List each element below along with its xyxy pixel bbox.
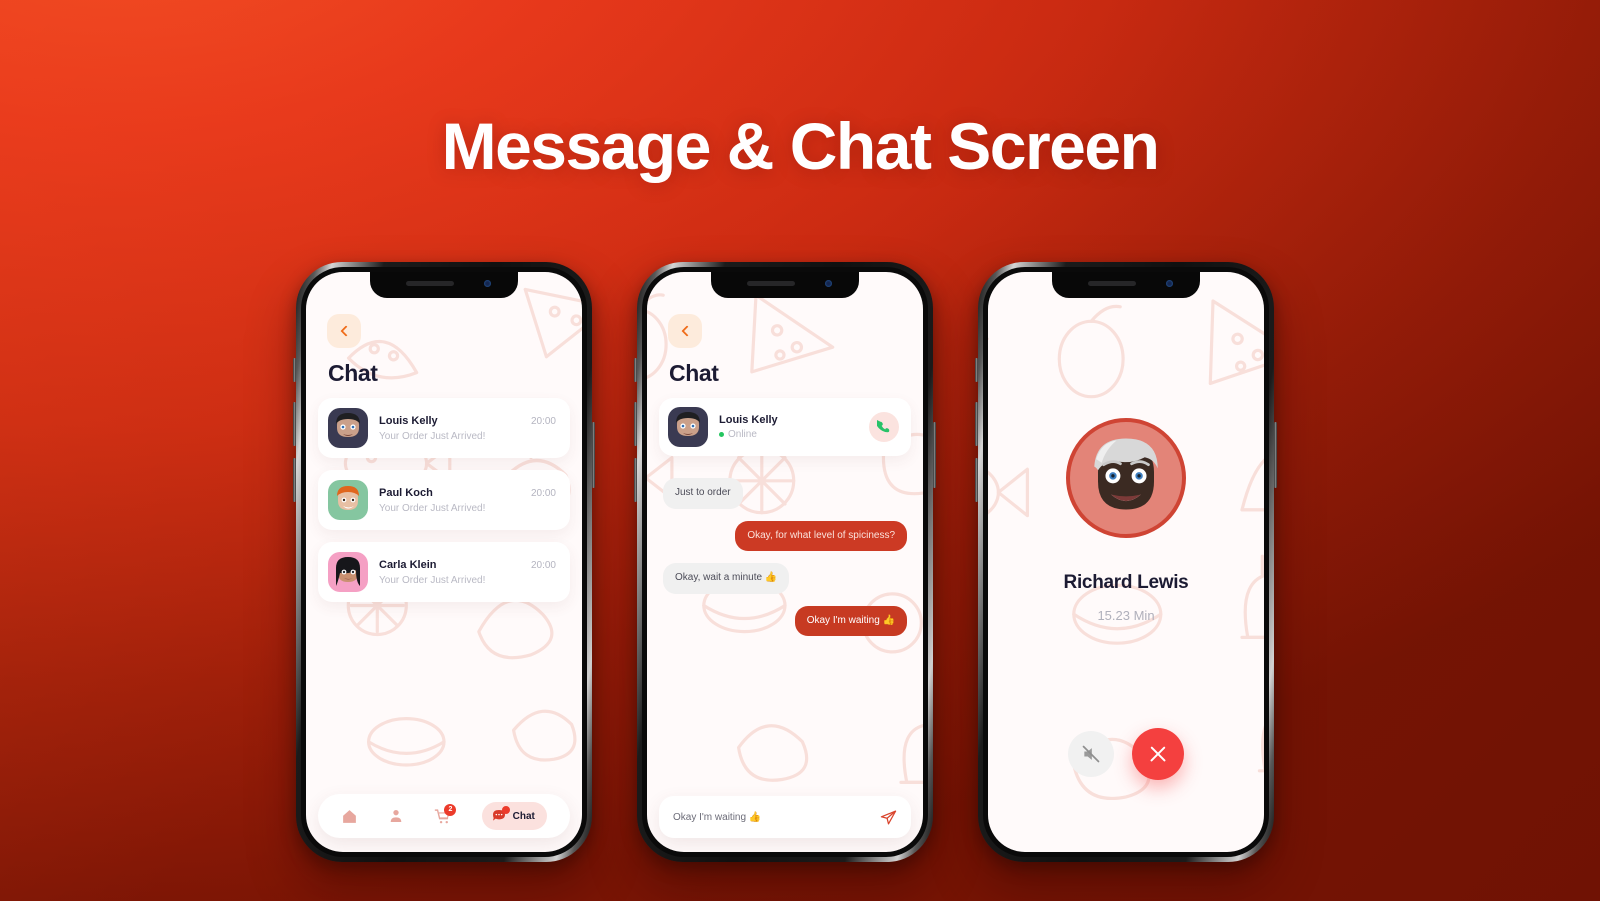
avatar <box>328 552 368 592</box>
speaker-grille <box>1088 281 1136 286</box>
tab-chat-label: Chat <box>512 810 535 822</box>
contact-name: Carla Klein <box>379 558 437 571</box>
conversation-list: Louis Kelly 20:00 Your Order Just Arrive… <box>318 398 570 614</box>
phone-notch <box>370 272 518 298</box>
contact-name: Louis Kelly <box>379 414 438 427</box>
message-row: Okay, wait a minute 👍 <box>663 563 907 594</box>
phone-call-icon <box>877 420 890 433</box>
speaker-grille <box>406 281 454 286</box>
list-item[interactable]: Paul Koch 20:00 Your Order Just Arrived! <box>318 470 570 530</box>
mute-button[interactable] <box>1068 731 1114 777</box>
tab-profile[interactable] <box>388 808 404 824</box>
volume-down-button[interactable] <box>975 458 978 502</box>
call-button[interactable] <box>869 412 899 442</box>
chevron-left-icon <box>680 325 693 337</box>
message-time: 20:00 <box>530 415 556 427</box>
volume-down-button[interactable] <box>293 458 296 502</box>
speaker-mute-icon <box>1082 745 1100 763</box>
chat-bubble-icon <box>491 806 510 824</box>
message-bubble: Okay, for what level of spiciness? <box>735 520 907 551</box>
call-controls <box>988 728 1264 780</box>
message-preview: Your Order Just Arrived! <box>379 430 486 442</box>
chat-notification-dot <box>501 806 510 814</box>
tab-chat[interactable]: Chat <box>481 802 547 830</box>
contact-header[interactable]: Louis Kelly Online <box>659 398 911 456</box>
avatar <box>668 407 708 447</box>
message-bubble: Okay I'm waiting 👍 <box>794 605 907 636</box>
message-row: Okay, for what level of spiciness? <box>663 520 907 551</box>
cart-badge: 2 <box>444 803 457 816</box>
caller-name: Richard Lewis <box>1063 572 1189 593</box>
caller-avatar <box>1066 418 1186 538</box>
message-thread: Just to order Okay, for what level of sp… <box>663 478 907 648</box>
message-input[interactable]: Okay I'm waiting 👍 <box>673 812 880 823</box>
message-row: Okay I'm waiting 👍 <box>663 605 907 636</box>
phone-notch <box>711 272 859 298</box>
bottom-tab-bar: 2 Chat <box>318 794 570 838</box>
list-item[interactable]: Louis Kelly 20:00 Your Order Just Arrive… <box>318 398 570 458</box>
speaker-grille <box>747 281 795 286</box>
page-heading: Chat <box>669 360 719 386</box>
chevron-left-icon <box>339 325 352 337</box>
close-x-icon <box>1148 744 1168 764</box>
volume-up-button[interactable] <box>293 402 296 446</box>
online-dot-icon <box>719 432 724 437</box>
page-title: Message & Chat Screen <box>441 109 1160 183</box>
front-camera <box>1166 280 1173 287</box>
volume-up-button[interactable] <box>975 402 978 446</box>
status-badge: Online <box>719 429 858 440</box>
avatar <box>328 480 368 520</box>
avatar <box>328 408 368 448</box>
phone-mockup-conversation: Chat Louis Kelly Online Just to order Ok… <box>634 262 936 862</box>
call-duration: 15.23 Min <box>1097 608 1155 623</box>
back-button[interactable] <box>668 314 702 348</box>
tab-home[interactable] <box>341 808 358 825</box>
page-heading: Chat <box>328 360 378 386</box>
phone-mockup-chat-list: Chat Louis Kelly 20:00 Your Order Just A… <box>293 262 595 862</box>
front-camera <box>825 280 832 287</box>
message-row: Just to order <box>663 478 907 509</box>
message-bubble: Just to order <box>663 478 743 509</box>
message-time: 20:00 <box>530 559 556 571</box>
message-bubble: Okay, wait a minute 👍 <box>663 563 790 594</box>
mute-switch[interactable] <box>975 358 978 382</box>
home-icon <box>343 809 356 823</box>
message-preview: Your Order Just Arrived! <box>379 502 486 514</box>
contact-name: Louis Kelly <box>719 414 778 426</box>
message-input-bar[interactable]: Okay I'm waiting 👍 <box>659 796 911 838</box>
front-camera <box>484 280 491 287</box>
mute-switch[interactable] <box>293 358 296 382</box>
end-call-button[interactable] <box>1132 728 1184 780</box>
person-icon <box>390 810 402 822</box>
mute-switch[interactable] <box>634 358 637 382</box>
message-time: 20:00 <box>530 487 556 499</box>
status-label: Online <box>728 429 757 440</box>
send-paper-plane-icon[interactable] <box>880 809 897 826</box>
power-button[interactable] <box>933 422 936 488</box>
back-button[interactable] <box>327 314 361 348</box>
phone-notch <box>1052 272 1200 298</box>
contact-name: Paul Koch <box>379 486 433 499</box>
message-preview: Your Order Just Arrived! <box>379 574 486 586</box>
power-button[interactable] <box>1274 422 1277 488</box>
phone-mockup-active-call: Richard Lewis 15.23 Min <box>975 262 1277 862</box>
power-button[interactable] <box>592 422 595 488</box>
volume-up-button[interactable] <box>634 402 637 446</box>
list-item[interactable]: Carla Klein 20:00 Your Order Just Arrive… <box>318 542 570 602</box>
volume-down-button[interactable] <box>634 458 637 502</box>
tab-cart[interactable]: 2 <box>434 803 457 825</box>
